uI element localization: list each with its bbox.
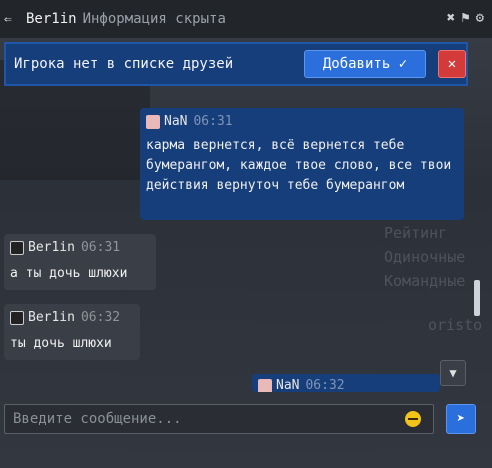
avatar xyxy=(146,115,160,129)
message-header: Ber1in 06:32 xyxy=(10,308,134,328)
message-header: NaN 06:31 xyxy=(146,112,458,132)
chat-header: ⇐ Ber1in Информация скрыта ✖ ⚑ ⚙ xyxy=(0,0,492,38)
background-text-single: Одиночные xyxy=(384,248,466,266)
message-author: Ber1in xyxy=(28,310,75,325)
message-time: 06:31 xyxy=(80,240,121,255)
header-actions: ✖ ⚑ ⚙ xyxy=(447,10,484,26)
add-friend-button[interactable]: Добавить ✓ xyxy=(304,50,426,78)
emoji-icon[interactable] xyxy=(405,411,421,427)
background-text-name: oristo xyxy=(428,316,483,334)
chevron-down-icon[interactable]: ▼ xyxy=(440,360,466,386)
message-text: а ты дочь шлюхи xyxy=(10,266,128,281)
message-author: NaN xyxy=(276,378,300,392)
gear-icon[interactable]: ⚙ xyxy=(476,10,484,26)
message-text: карма вернется, всё вернется тебе бумера… xyxy=(146,138,452,193)
message-bubble: Ber1in 06:32 ты дочь шлюхи xyxy=(4,304,140,360)
message-time: 06:31 xyxy=(193,114,233,129)
chat-status: Информация скрыта xyxy=(82,11,226,27)
flag-icon[interactable]: ⚑ xyxy=(461,10,469,26)
message-bubble: Ber1in 06:31 а ты дочь шлюхи xyxy=(4,234,156,290)
message-author: Ber1in xyxy=(28,240,75,255)
background-text-rating: Рейтинг xyxy=(384,224,448,242)
not-friend-banner: Игрока нет в списке друзей Добавить ✓ ✕ xyxy=(4,42,468,86)
banner-text: Игрока нет в списке друзей xyxy=(14,56,234,72)
background-text-team: Командные xyxy=(384,272,466,290)
message-time: 06:32 xyxy=(305,378,345,392)
avatar xyxy=(10,241,24,255)
chat-scrollbar[interactable] xyxy=(474,280,480,316)
avatar xyxy=(258,379,272,392)
close-banner-button[interactable]: ✕ xyxy=(438,50,466,78)
message-time: 06:32 xyxy=(80,310,121,325)
message-bubble: NaN 06:31 карма вернется, всё вернется т… xyxy=(140,108,464,220)
arrow-left-icon[interactable]: ⇐ xyxy=(4,12,18,27)
message-input-box[interactable] xyxy=(4,404,434,434)
send-button[interactable]: ➤ xyxy=(446,404,476,434)
chat-username: Ber1in xyxy=(26,11,77,27)
send-icon: ➤ xyxy=(456,411,466,427)
message-bubble: NaN 06:32 xyxy=(252,374,440,392)
message-author: NaN xyxy=(164,114,188,129)
avatar xyxy=(10,311,24,325)
message-text: ты дочь шлюхи xyxy=(10,336,112,351)
message-header: Ber1in 06:31 xyxy=(10,238,150,258)
message-input[interactable] xyxy=(11,410,405,428)
block-icon[interactable]: ✖ xyxy=(447,10,455,26)
message-header: NaN 06:32 xyxy=(258,376,434,392)
